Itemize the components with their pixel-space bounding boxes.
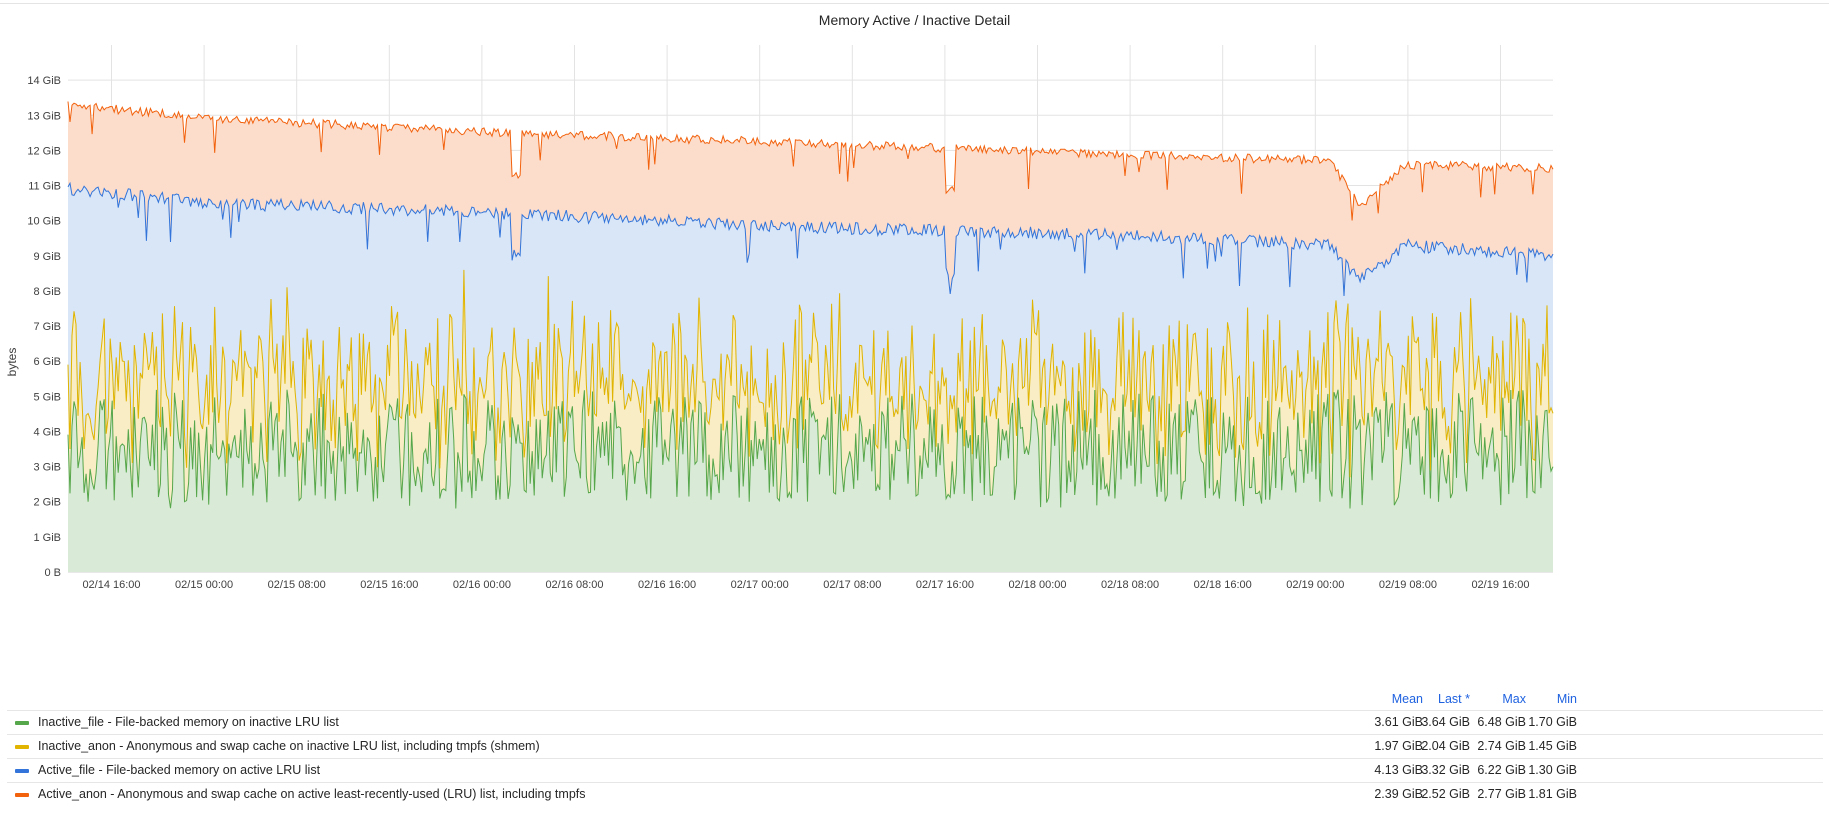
x-tick-label: 02/17 08:00 [823,579,881,591]
legend-table: Mean Last * Max Min Inactive_file - File… [7,690,1823,806]
x-axis: 02/14 16:00 02/15 00:00 02/15 08:00 02/15 1… [82,579,1529,591]
x-tick-label: 02/15 16:00 [360,579,418,591]
legend-header-min[interactable]: Min [1507,692,1577,706]
legend-series-name[interactable]: Active_file - File-backed memory on acti… [38,763,320,777]
x-tick-label: 02/17 00:00 [731,579,789,591]
legend-value-min: 1.45 GiB [1528,739,1577,753]
y-tick-label: 14 GiB [27,75,61,87]
legend-header: Mean Last * Max Min [7,690,1823,710]
x-tick-label: 02/16 16:00 [638,579,696,591]
y-tick-label: 7 GiB [33,321,61,333]
legend-value-min: 1.81 GiB [1528,787,1577,801]
legend-row[interactable]: Inactive_anon - Anonymous and swap cache… [7,734,1823,758]
x-tick-label: 02/19 16:00 [1471,579,1529,591]
x-tick-label: 02/16 00:00 [453,579,511,591]
legend-row[interactable]: Active_file - File-backed memory on acti… [7,758,1823,782]
x-tick-label: 02/17 16:00 [916,579,974,591]
legend-value-min: 1.70 GiB [1528,715,1577,729]
legend-row[interactable]: Inactive_file - File-backed memory on in… [7,710,1823,734]
y-tick-label: 9 GiB [33,251,61,263]
legend-series-name[interactable]: Inactive_file - File-backed memory on in… [38,715,339,729]
x-tick-label: 02/18 00:00 [1008,579,1066,591]
legend-series-name[interactable]: Inactive_anon - Anonymous and swap cache… [38,739,540,753]
x-tick-label: 02/15 00:00 [175,579,233,591]
y-tick-label: 13 GiB [27,110,61,122]
x-tick-label: 02/15 08:00 [268,579,326,591]
x-tick-label: 02/14 16:00 [82,579,140,591]
y-tick-label: 3 GiB [33,462,61,474]
chart-areas [68,101,1553,572]
legend-color-swatch [15,745,29,749]
legend-color-swatch [15,769,29,773]
x-tick-label: 02/18 08:00 [1101,579,1159,591]
y-tick-label: 0 B [44,567,61,579]
y-tick-label: 6 GiB [33,356,61,368]
y-axis: 0 B 1 GiB 2 GiB 3 GiB 4 GiB 5 GiB 6 GiB 7 GiB 8 … [27,75,61,579]
y-tick-label: 4 GiB [33,426,61,438]
legend-row[interactable]: Active_anon - Anonymous and swap cache o… [7,782,1823,806]
legend-color-swatch [15,721,29,725]
y-axis-label: bytes [5,348,19,377]
y-tick-label: 12 GiB [27,145,61,157]
legend-value-min: 1.30 GiB [1528,763,1577,777]
y-tick-label: 11 GiB [28,181,61,193]
x-tick-label: 02/19 00:00 [1286,579,1344,591]
x-tick-label: 02/16 08:00 [545,579,603,591]
legend-series-name[interactable]: Active_anon - Anonymous and swap cache o… [38,787,586,801]
y-tick-label: 5 GiB [33,391,61,403]
memory-chart[interactable]: 0 B 1 GiB 2 GiB 3 GiB 4 GiB 5 GiB 6 GiB 7 GiB 8 … [0,0,1829,690]
x-tick-label: 02/19 08:00 [1379,579,1437,591]
y-tick-label: 8 GiB [33,286,61,298]
legend-color-swatch [15,793,29,797]
x-tick-label: 02/18 16:00 [1194,579,1252,591]
y-tick-label: 1 GiB [33,532,61,544]
y-tick-label: 10 GiB [27,216,61,228]
y-tick-label: 2 GiB [33,497,61,509]
